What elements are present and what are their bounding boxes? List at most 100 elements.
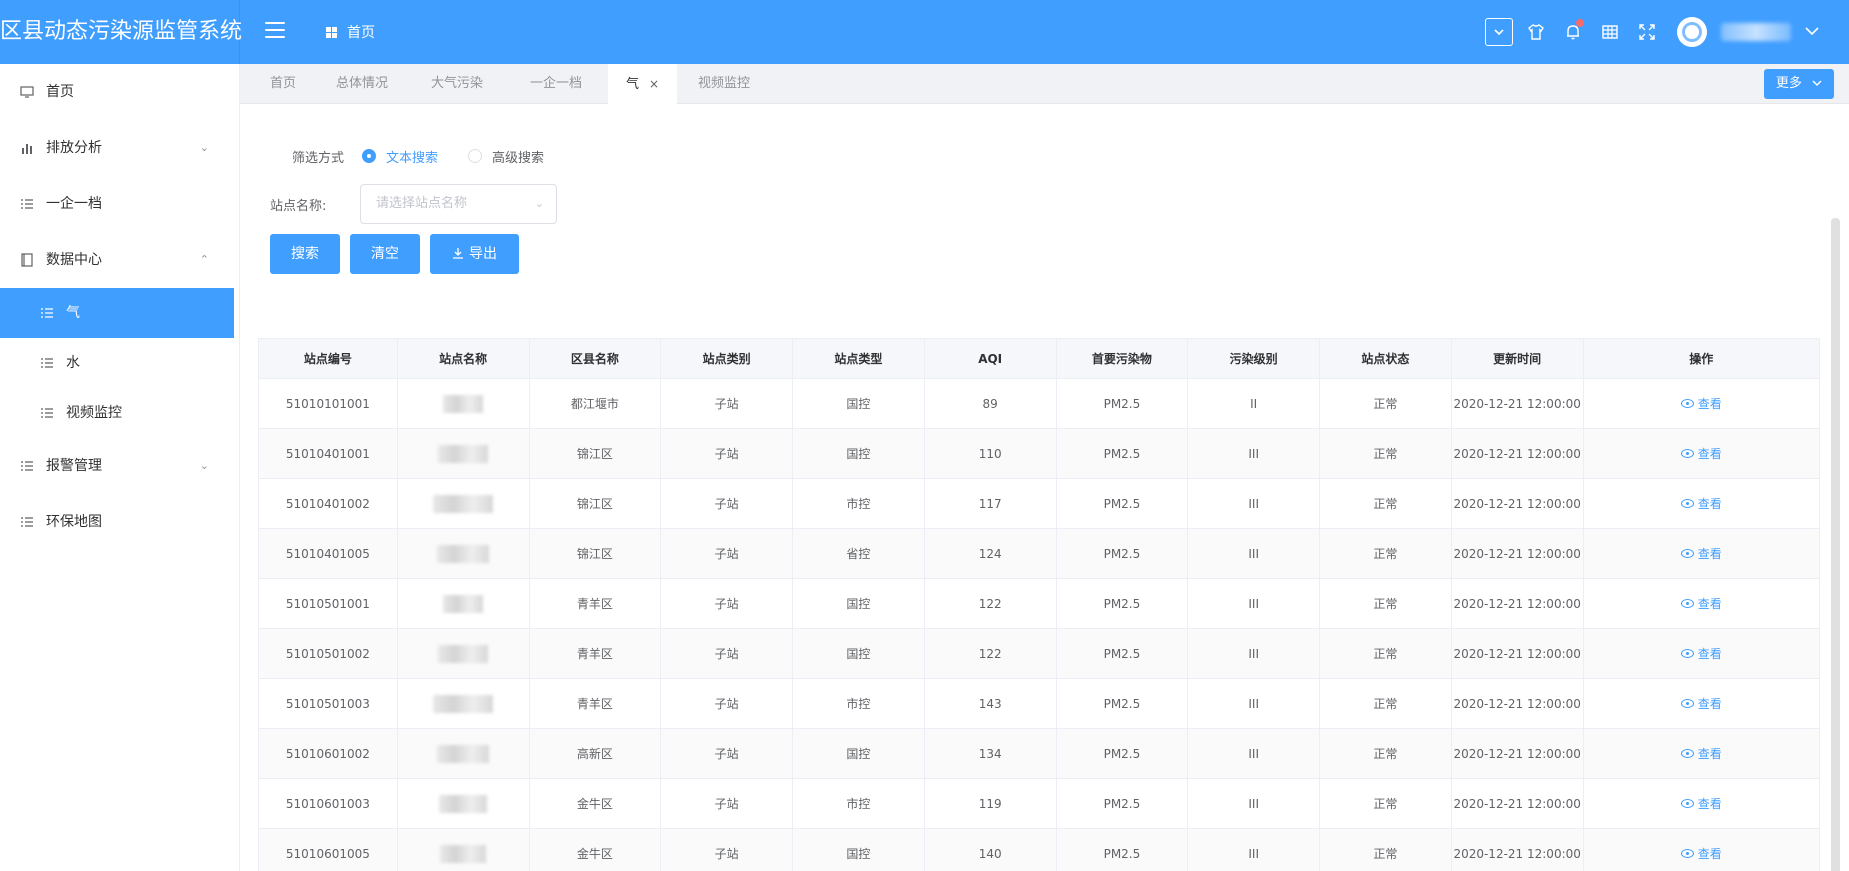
tab-overview[interactable]: 总体情况 [336, 64, 388, 104]
cell-code: 51010101001 [258, 378, 398, 429]
filter-mode-row: 筛选方式 文本搜索 高级搜索 [292, 146, 544, 166]
cell-pollutant: PM2.5 [1055, 428, 1189, 479]
table-grid-icon[interactable] [1596, 18, 1624, 46]
cell-level: II [1187, 378, 1321, 429]
sidebar-subitem-water[interactable]: 水 [0, 338, 234, 388]
table-row[interactable]: 51010401001 锦江区 子站 国控 110 PM2.5 III 正常 2020-12-2… [258, 428, 1821, 479]
tab-air-pollution[interactable]: 大气污染 [431, 64, 483, 104]
view-label: 查看 [1697, 547, 1722, 561]
cell-time: 2020-12-21 12:00:00 [1450, 478, 1584, 529]
filter-mode-label: 筛选方式 [292, 150, 345, 166]
sidebar-item-emission-analysis[interactable]: 排放分析 ⌄ [0, 120, 239, 176]
view-link[interactable]: 查看 [1680, 495, 1722, 512]
sidebar-item-enterprise-file[interactable]: 一企一档 [0, 176, 239, 232]
cell-time: 2020-12-21 12:00:00 [1450, 428, 1584, 479]
tab-air[interactable]: 气 × [608, 64, 678, 104]
list-icon [41, 308, 53, 318]
table-row[interactable]: 51010501002 青羊区 子站 国控 122 PM2.5 III 正常 2020-12-2… [258, 628, 1821, 679]
header-toolbar [1485, 0, 1819, 64]
cell-pollutant: PM2.5 [1055, 528, 1189, 579]
notification-bell-icon[interactable] [1559, 18, 1587, 46]
radio-label: 文本搜索 [386, 150, 439, 166]
fullscreen-icon[interactable] [1633, 18, 1661, 46]
view-label: 查看 [1697, 497, 1722, 511]
sidebar-subitem-air[interactable]: 气 [0, 288, 234, 338]
table-row[interactable]: 51010401002 锦江区 子站 市控 117 PM2.5 III 正常 2020-12-2… [258, 478, 1821, 529]
close-icon[interactable]: × [649, 77, 659, 91]
sidebar-item-env-map[interactable]: 环保地图 [0, 494, 239, 550]
theme-shirt-icon[interactable] [1522, 18, 1550, 46]
view-link[interactable]: 查看 [1680, 695, 1722, 712]
action-cell: 查看 [1582, 678, 1821, 729]
station-name-cell [396, 628, 530, 679]
radio-advanced-search[interactable]: 高级搜索 [468, 147, 544, 166]
list-icon [21, 461, 33, 471]
site-name-select[interactable]: 请选择站点名称 ⌄ [360, 184, 557, 224]
sidebar-item-alarm[interactable]: 报警管理 ⌄ [0, 438, 239, 494]
view-link[interactable]: 查看 [1680, 845, 1722, 862]
vertical-scrollbar[interactable] [1831, 218, 1840, 871]
eye-icon [1680, 399, 1694, 408]
more-button[interactable]: 更多 [1763, 69, 1834, 99]
sidebar-item-data-center[interactable]: 数据中心 ⌃ [0, 232, 239, 288]
cell-aqi: 134 [923, 728, 1057, 779]
table-row[interactable]: 51010101001 都江堰市 子站 国控 89 PM2.5 II 正常 2020-12-21… [258, 378, 1821, 429]
export-button[interactable]: 导出 [430, 234, 519, 274]
chevron-down-icon[interactable] [1805, 25, 1819, 40]
sidebar: 首页 排放分析 ⌄ 一企一档 数据中心 ⌃ 气 水 视频监控 报警管理 ⌄ 环保… [0, 64, 240, 871]
action-cell: 查看 [1582, 578, 1821, 629]
chevron-down-icon: ⌄ [199, 141, 209, 154]
cell-district: 锦江区 [528, 428, 662, 479]
cell-type: 国控 [792, 428, 925, 479]
tab-home[interactable]: 首页 [270, 64, 296, 104]
cell-code: 51010601005 [258, 828, 398, 871]
eye-icon [1680, 849, 1694, 858]
view-link[interactable]: 查看 [1680, 445, 1722, 462]
eye-icon [1680, 649, 1694, 658]
cell-type: 国控 [792, 378, 925, 429]
cell-district: 青羊区 [528, 678, 662, 729]
cell-status: 正常 [1319, 728, 1452, 779]
action-cell: 查看 [1582, 378, 1821, 429]
user-avatar[interactable] [1677, 17, 1707, 47]
table-row[interactable]: 51010401005 锦江区 子站 省控 124 PM2.5 III 正常 2020-12-2… [258, 528, 1821, 579]
view-link[interactable]: 查看 [1680, 645, 1722, 662]
cell-pollutant: PM2.5 [1055, 478, 1189, 529]
username-blurred[interactable] [1721, 23, 1791, 41]
list-icon [21, 199, 33, 209]
cell-type: 国控 [792, 828, 925, 871]
view-link[interactable]: 查看 [1680, 795, 1722, 812]
search-button[interactable]: 搜索 [270, 234, 340, 274]
tab-enterprise-file[interactable]: 一企一档 [530, 64, 582, 104]
table-row[interactable]: 51010601003 金牛区 子站 市控 119 PM2.5 III 正常 2020-12-2… [258, 778, 1821, 829]
station-name-cell [396, 578, 530, 629]
dropdown-select-icon[interactable] [1485, 18, 1513, 46]
table-row[interactable]: 51010601002 高新区 子站 国控 134 PM2.5 III 正常 2020-12-2… [258, 728, 1821, 779]
cell-aqi: 119 [923, 778, 1057, 829]
clear-button[interactable]: 清空 [350, 234, 420, 274]
download-icon [453, 248, 463, 259]
table-row[interactable]: 51010501003 青羊区 子站 市控 143 PM2.5 III 正常 2020-12-2… [258, 678, 1821, 729]
menu-toggle-icon[interactable] [265, 22, 285, 40]
sidebar-item-home[interactable]: 首页 [0, 64, 239, 120]
radio-text-search[interactable]: 文本搜索 [362, 147, 438, 166]
sidebar-subitem-video[interactable]: 视频监控 [0, 388, 234, 438]
cell-level: III [1187, 628, 1321, 679]
cell-status: 正常 [1319, 378, 1452, 429]
view-link[interactable]: 查看 [1680, 595, 1722, 612]
cell-code: 51010501001 [258, 578, 398, 629]
view-link[interactable]: 查看 [1680, 395, 1722, 412]
station-name-cell [396, 678, 530, 729]
view-link[interactable]: 查看 [1680, 545, 1722, 562]
cell-aqi: 122 [923, 628, 1057, 679]
cell-district: 青羊区 [528, 628, 662, 679]
radio-unchecked-icon [468, 149, 483, 163]
cell-type: 省控 [792, 528, 925, 579]
table-row[interactable]: 51010501001 青羊区 子站 国控 122 PM2.5 III 正常 2020-12-2… [258, 578, 1821, 629]
tab-video[interactable]: 视频监控 [698, 64, 750, 104]
view-link[interactable]: 查看 [1680, 745, 1722, 762]
breadcrumb-home[interactable]: 首页 [347, 22, 375, 42]
breadcrumb[interactable]: 首页 [326, 0, 375, 64]
table-row[interactable]: 51010601005 金牛区 子站 国控 140 PM2.5 III 正常 2020-12-2… [258, 828, 1821, 871]
cell-level: III [1187, 728, 1321, 779]
